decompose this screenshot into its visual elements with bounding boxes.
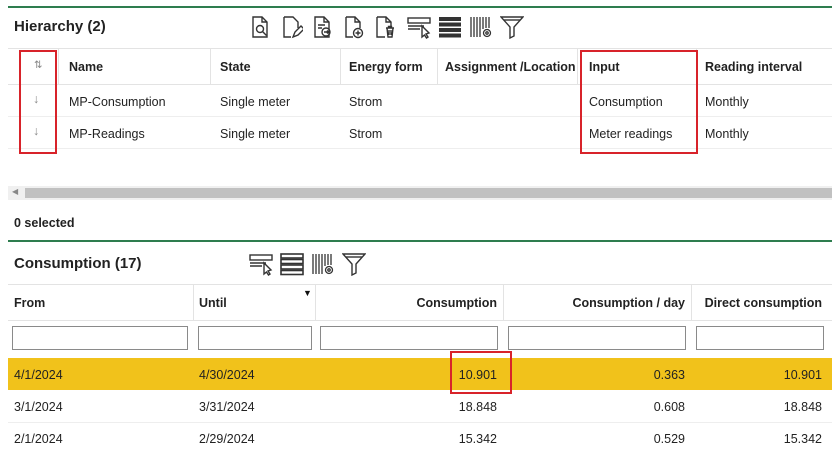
filter-input-consumption[interactable] xyxy=(320,326,498,350)
select-columns-icon[interactable] xyxy=(406,14,432,40)
col-sep xyxy=(577,49,578,84)
col-sep xyxy=(437,49,438,84)
cell-interval: Monthly xyxy=(705,95,749,109)
view-details-icon[interactable] xyxy=(247,14,273,40)
col-sep xyxy=(340,49,341,84)
hierarchy-header-top xyxy=(8,48,832,49)
hierarchy-title: Hierarchy (2) xyxy=(14,18,106,35)
col-sep xyxy=(210,49,211,84)
filter-input-until[interactable] xyxy=(198,326,312,350)
cell-from: 4/1/2024 xyxy=(14,368,63,382)
row-divider xyxy=(8,422,832,423)
col-header-consumption[interactable]: Consumption xyxy=(320,296,497,310)
consumption-header-bottom xyxy=(8,320,832,321)
row-divider xyxy=(8,116,832,117)
cell-direct-consumption: 15.342 xyxy=(783,432,822,446)
col-header-from[interactable]: From xyxy=(14,296,45,310)
consumption-top-border xyxy=(8,240,832,242)
col-header-state[interactable]: State xyxy=(220,60,251,74)
selection-count: 0 selected xyxy=(14,216,75,230)
filter-input-from[interactable] xyxy=(12,326,188,350)
hierarchy-toolbar xyxy=(247,14,530,40)
cell-from: 3/1/2024 xyxy=(14,400,63,414)
delete-document-icon[interactable] xyxy=(371,14,397,40)
cell-consumption: 15.342 xyxy=(458,432,497,446)
cell-until: 2/29/2024 xyxy=(199,432,255,446)
sort-desc-icon[interactable]: ▼ xyxy=(303,288,312,298)
select-columns-icon[interactable] xyxy=(248,251,274,277)
export-icon[interactable] xyxy=(309,14,335,40)
cell-state: Single meter xyxy=(220,127,291,141)
col-sep xyxy=(193,285,194,321)
col-sep xyxy=(315,285,316,321)
annotation-box-input-column xyxy=(580,50,698,154)
cell-energy-form: Strom xyxy=(349,127,383,141)
filter-icon[interactable] xyxy=(499,14,525,40)
col-header-until[interactable]: Until xyxy=(199,296,227,310)
consumption-header-top xyxy=(8,284,832,285)
col-header-consumption-per-day[interactable]: Consumption / day xyxy=(508,296,686,310)
cell-name: MP-Readings xyxy=(69,127,145,141)
col-header-reading-interval[interactable]: Reading interval xyxy=(705,60,802,74)
list-view-icon[interactable] xyxy=(279,251,305,277)
cell-direct-consumption: 10.901 xyxy=(783,368,822,382)
edit-icon[interactable] xyxy=(278,14,304,40)
column-settings-icon[interactable] xyxy=(468,14,494,40)
cell-until: 4/30/2024 xyxy=(199,368,255,382)
col-header-assignment-location[interactable]: Assignment /Location xyxy=(445,60,576,74)
cell-from: 2/1/2024 xyxy=(14,432,63,446)
row-divider xyxy=(8,148,832,149)
horizontal-scrollbar[interactable]: ◀ xyxy=(8,186,832,200)
col-header-name[interactable]: Name xyxy=(69,60,103,74)
scroll-left-arrow-icon[interactable]: ◀ xyxy=(12,187,18,196)
col-sep xyxy=(58,49,59,84)
column-settings-icon[interactable] xyxy=(310,251,336,277)
cell-state: Single meter xyxy=(220,95,291,109)
cell-consumption-per-day: 0.529 xyxy=(653,432,685,446)
cell-consumption-per-day: 0.363 xyxy=(653,368,685,382)
scrollbar-thumb[interactable] xyxy=(25,188,832,198)
col-header-direct-consumption[interactable]: Direct consumption xyxy=(696,296,822,310)
consumption-toolbar xyxy=(248,251,372,277)
filter-input-consumption-per-day[interactable] xyxy=(508,326,686,350)
filter-icon[interactable] xyxy=(341,251,367,277)
annotation-box-sort-column xyxy=(19,50,57,154)
cell-name: MP-Consumption xyxy=(69,95,166,109)
cell-energy-form: Strom xyxy=(349,95,383,109)
col-header-energy-form[interactable]: Energy form xyxy=(349,60,423,74)
annotation-box-consumption-value xyxy=(450,351,512,394)
hierarchy-header-bottom xyxy=(8,84,832,85)
cell-interval: Monthly xyxy=(705,127,749,141)
cell-consumption-per-day: 0.608 xyxy=(653,400,685,414)
add-document-icon[interactable] xyxy=(340,14,366,40)
col-sep xyxy=(691,285,692,321)
cell-consumption: 18.848 xyxy=(458,400,497,414)
consumption-title: Consumption (17) xyxy=(14,255,142,272)
filter-input-direct-consumption[interactable] xyxy=(696,326,824,350)
cell-until: 3/31/2024 xyxy=(199,400,255,414)
cell-direct-consumption: 18.848 xyxy=(783,400,822,414)
col-sep xyxy=(503,285,504,321)
list-view-icon[interactable] xyxy=(437,14,463,40)
hierarchy-top-border xyxy=(8,6,832,8)
